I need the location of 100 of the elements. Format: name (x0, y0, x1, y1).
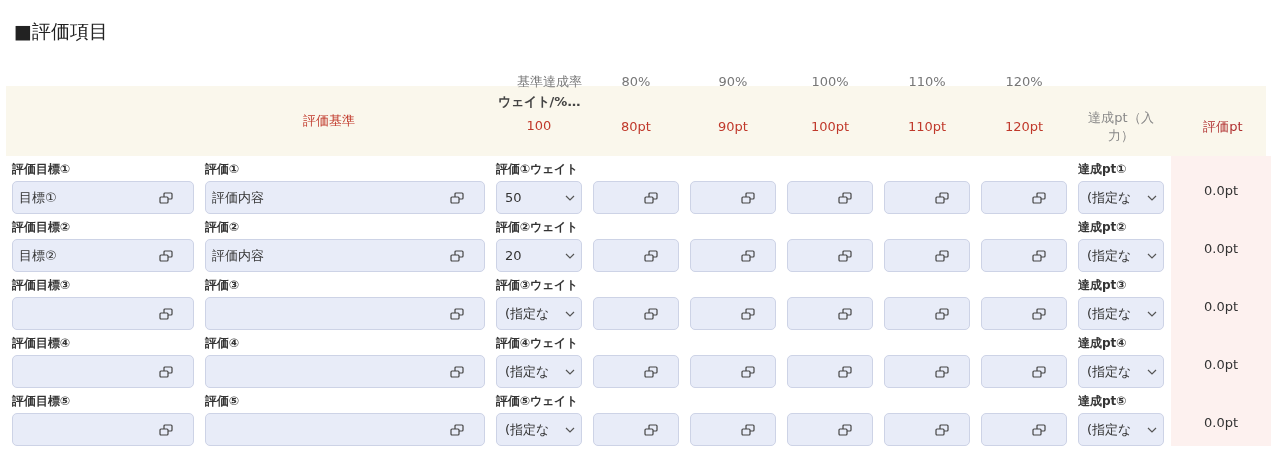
point-field[interactable] (593, 355, 679, 388)
goal-field[interactable]: 目標① (12, 181, 194, 214)
copy-icon[interactable] (159, 191, 173, 204)
achieved-select[interactable]: (指定な (1078, 181, 1164, 214)
copy-icon[interactable] (838, 191, 852, 204)
copy-icon[interactable] (644, 191, 658, 204)
copy-icon[interactable] (644, 423, 658, 436)
copy-icon[interactable] (450, 365, 464, 378)
copy-icon[interactable] (838, 307, 852, 320)
copy-icon[interactable] (159, 423, 173, 436)
evaluation-field[interactable] (205, 413, 485, 446)
chevron-down-icon[interactable] (565, 252, 575, 259)
point-field[interactable] (981, 413, 1067, 446)
copy-icon[interactable] (838, 423, 852, 436)
copy-icon[interactable] (644, 249, 658, 262)
column-header: 達成pt（入力） (1088, 110, 1154, 143)
goal-field[interactable]: 目標② (12, 239, 194, 272)
copy-icon[interactable] (1032, 307, 1046, 320)
chevron-down-icon[interactable] (1147, 252, 1157, 259)
rate-text: 90% (718, 74, 748, 90)
field-label: 達成pt⑤ (1078, 393, 1128, 409)
point-field[interactable] (690, 355, 776, 388)
goal-field[interactable] (12, 413, 194, 446)
evaluation-field[interactable] (205, 355, 485, 388)
copy-icon[interactable] (1032, 423, 1046, 436)
point-field[interactable] (884, 413, 970, 446)
copy-icon[interactable] (644, 307, 658, 320)
copy-icon[interactable] (159, 249, 173, 262)
point-field[interactable] (690, 413, 776, 446)
point-field[interactable] (787, 239, 873, 272)
chevron-down-icon[interactable] (1147, 194, 1157, 201)
copy-icon[interactable] (935, 365, 949, 378)
weight-select[interactable]: (指定な (496, 413, 582, 446)
chevron-down-icon[interactable] (565, 368, 575, 375)
point-field[interactable] (690, 181, 776, 214)
copy-icon[interactable] (838, 365, 852, 378)
achieved-select[interactable]: (指定な (1078, 239, 1164, 272)
copy-icon[interactable] (838, 249, 852, 262)
point-field[interactable] (981, 239, 1067, 272)
copy-icon[interactable] (935, 307, 949, 320)
evaluation-points: 0.0pt (1204, 240, 1238, 259)
point-field[interactable] (787, 413, 873, 446)
chevron-down-icon[interactable] (565, 426, 575, 433)
point-field[interactable] (787, 297, 873, 330)
point-field[interactable] (593, 239, 679, 272)
copy-icon[interactable] (159, 307, 173, 320)
weight-total: 100 (526, 116, 552, 135)
column-header: 評価pt (1203, 119, 1243, 135)
chevron-down-icon[interactable] (1147, 310, 1157, 317)
column-header: 110pt (907, 119, 947, 135)
point-field[interactable] (690, 239, 776, 272)
weight-select[interactable]: (指定な (496, 355, 582, 388)
evaluation-field[interactable] (205, 297, 485, 330)
point-field[interactable] (884, 355, 970, 388)
copy-icon[interactable] (741, 307, 755, 320)
point-field[interactable] (981, 355, 1067, 388)
copy-icon[interactable] (741, 365, 755, 378)
chevron-down-icon[interactable] (565, 310, 575, 317)
point-field[interactable] (593, 413, 679, 446)
evaluation-field[interactable]: 評価内容 (205, 239, 485, 272)
point-field[interactable] (884, 181, 970, 214)
point-field[interactable] (884, 297, 970, 330)
chevron-down-icon[interactable] (565, 194, 575, 201)
point-field[interactable] (593, 297, 679, 330)
copy-icon[interactable] (1032, 191, 1046, 204)
point-field[interactable] (787, 181, 873, 214)
copy-icon[interactable] (450, 307, 464, 320)
achieved-select[interactable]: (指定な (1078, 297, 1164, 330)
copy-icon[interactable] (741, 249, 755, 262)
copy-icon[interactable] (1032, 365, 1046, 378)
copy-icon[interactable] (159, 365, 173, 378)
chevron-down-icon[interactable] (1147, 368, 1157, 375)
copy-icon[interactable] (935, 423, 949, 436)
goal-field[interactable] (12, 297, 194, 330)
weight-select[interactable]: 20 (496, 239, 582, 272)
column-header: ウェイト/%… (497, 93, 581, 111)
chevron-down-icon[interactable] (1147, 426, 1157, 433)
copy-icon[interactable] (450, 249, 464, 262)
point-field[interactable] (690, 297, 776, 330)
copy-icon[interactable] (1032, 249, 1046, 262)
copy-icon[interactable] (644, 365, 658, 378)
point-field[interactable] (981, 181, 1067, 214)
evaluation-field[interactable]: 評価内容 (205, 181, 485, 214)
copy-icon[interactable] (935, 191, 949, 204)
achieved-select[interactable]: (指定な (1078, 355, 1164, 388)
goal-field[interactable] (12, 355, 194, 388)
point-field[interactable] (593, 181, 679, 214)
point-field[interactable] (981, 297, 1067, 330)
column-header: 80pt (621, 119, 651, 135)
copy-icon[interactable] (741, 423, 755, 436)
field-label: 評価②ウェイト (496, 219, 580, 235)
weight-select[interactable]: (指定な (496, 297, 582, 330)
weight-select[interactable]: 50 (496, 181, 582, 214)
copy-icon[interactable] (935, 249, 949, 262)
copy-icon[interactable] (741, 191, 755, 204)
copy-icon[interactable] (450, 191, 464, 204)
point-field[interactable] (787, 355, 873, 388)
achieved-select[interactable]: (指定な (1078, 413, 1164, 446)
point-field[interactable] (884, 239, 970, 272)
copy-icon[interactable] (450, 423, 464, 436)
